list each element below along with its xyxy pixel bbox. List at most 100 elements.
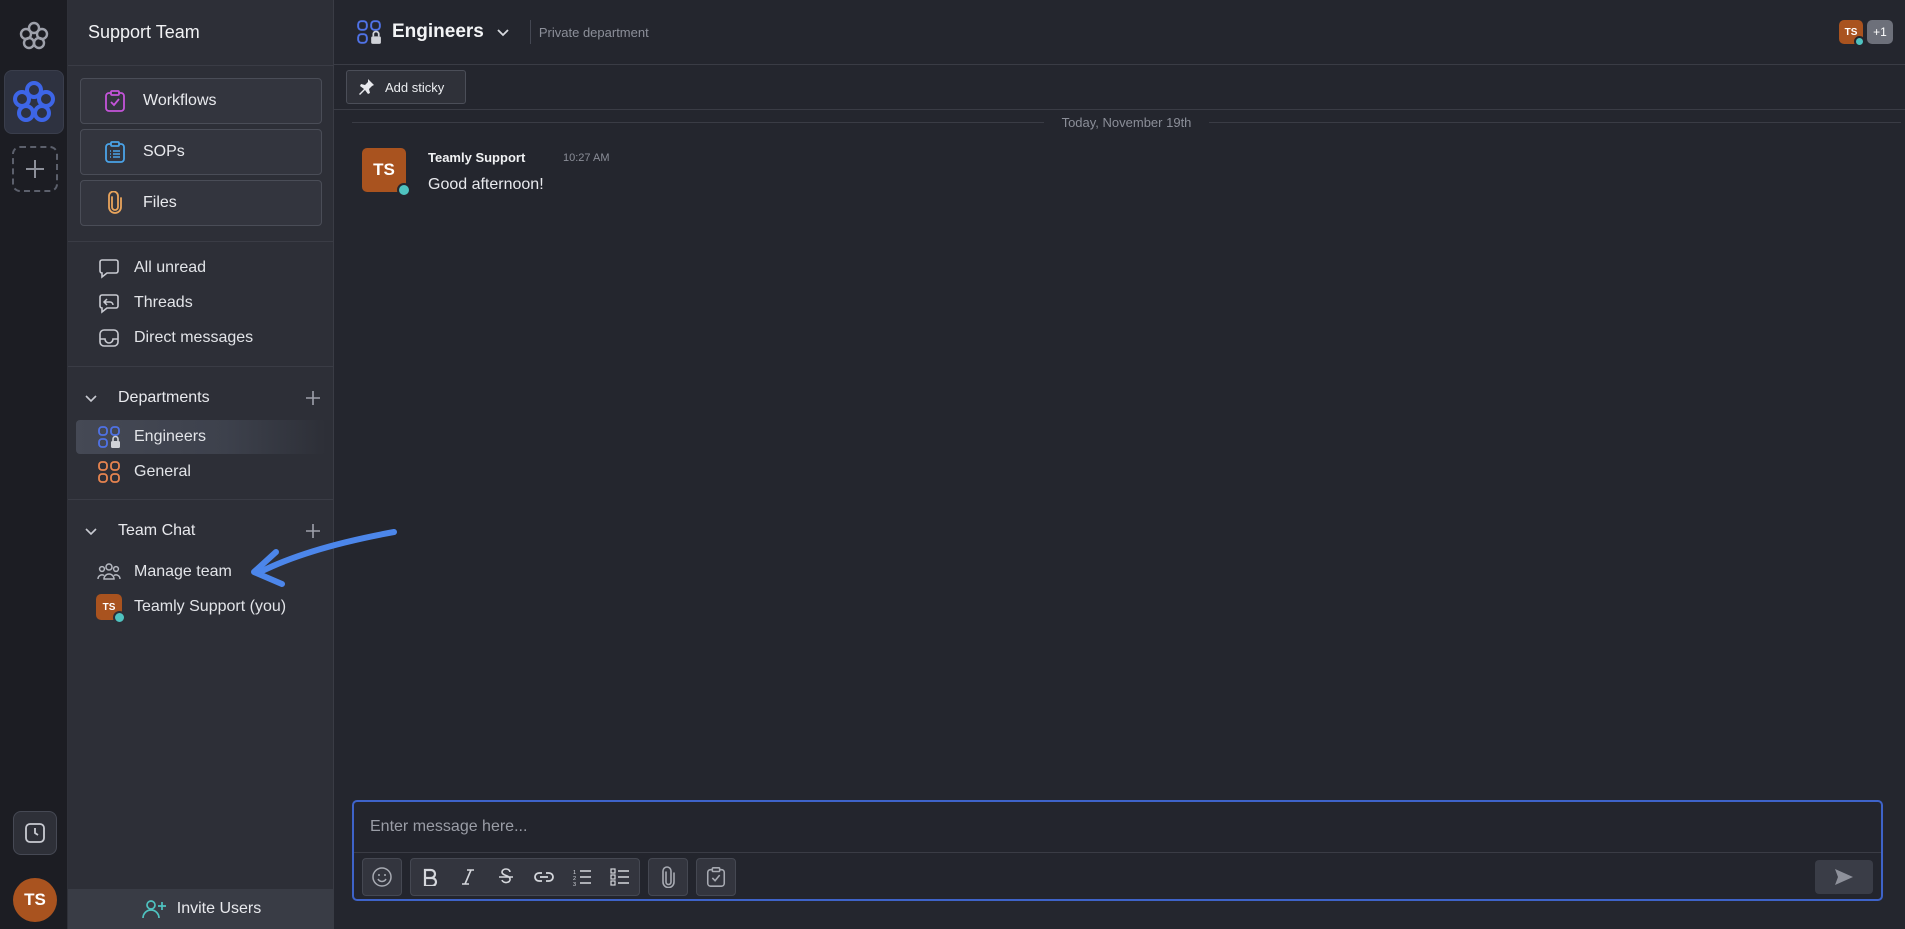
avatar: TS [96, 594, 126, 624]
workflows-button[interactable]: Workflows [80, 78, 322, 124]
nav-threads[interactable]: Threads [76, 286, 326, 320]
member-avatars[interactable]: TS +1 [1839, 20, 1893, 47]
department-title[interactable]: Engineers [392, 21, 484, 43]
invite-users-button[interactable]: Invite Users [68, 889, 334, 929]
format-group: 123 [410, 858, 640, 896]
avatar-slot: TS [96, 594, 126, 624]
nav-label: Direct messages [134, 329, 254, 346]
team-chat-item-teamly-support[interactable]: TS Teamly Support (you) [76, 590, 326, 624]
my-avatar[interactable]: TS [13, 878, 57, 922]
plus-icon [26, 160, 44, 178]
sidebar: Support Team Workflows SOPs Files All un… [68, 0, 334, 929]
add-workspace-button[interactable] [12, 146, 58, 192]
italic-icon[interactable] [449, 859, 487, 895]
paperclip-icon [101, 189, 129, 217]
message-time: 10:27 AM [563, 152, 610, 164]
add-sticky-button[interactable]: Add sticky [346, 70, 466, 104]
emoji-group [362, 858, 402, 896]
workspace-rail: TS [0, 0, 68, 929]
chevron-down-icon[interactable] [496, 25, 510, 39]
teamly-flower-icon [13, 81, 55, 122]
divider [68, 499, 334, 500]
avatar: TS [1839, 20, 1865, 47]
channel-header: Engineers Private department TS +1 [334, 0, 1905, 65]
link-icon[interactable] [525, 859, 563, 895]
divider [68, 241, 334, 242]
divider [1209, 121, 1901, 123]
divider [354, 852, 1881, 853]
clock-icon [25, 823, 45, 843]
avatar-initials: TS [1844, 26, 1858, 38]
private-department-icon [356, 19, 382, 45]
nav-direct-messages[interactable]: Direct messages [76, 321, 326, 355]
section-title: Team Chat [118, 522, 196, 539]
formatting-toolbar: 123 [362, 858, 744, 896]
chevron-down-icon[interactable] [84, 391, 98, 405]
history-button[interactable] [13, 811, 57, 855]
card-label: Workflows [143, 92, 217, 109]
team-chat-label: Manage team [134, 563, 232, 580]
task-group [696, 858, 736, 896]
online-status-dot [397, 183, 411, 197]
avatar[interactable]: TS [362, 148, 411, 197]
task-icon[interactable] [697, 859, 735, 895]
message[interactable]: TS Teamly Support 10:27 AM Good afternoo… [362, 148, 1862, 208]
avatar-initials: TS [373, 160, 395, 179]
department-visibility: Private department [538, 24, 649, 40]
card-label: SOPs [143, 143, 185, 160]
card-label: Files [143, 194, 177, 211]
clipboard-check-icon [101, 87, 129, 115]
svg-text:3: 3 [573, 882, 576, 886]
send-button[interactable] [1815, 860, 1873, 894]
message-author[interactable]: Teamly Support [428, 150, 525, 165]
inbox-icon [96, 325, 122, 351]
date-label: Today, November 19th [1061, 114, 1192, 130]
nav-label: Threads [134, 294, 193, 311]
department-label: Engineers [134, 428, 207, 445]
department-item-engineers[interactable]: Engineers [76, 420, 326, 454]
strikethrough-icon[interactable] [487, 859, 525, 895]
attach-icon[interactable] [649, 859, 687, 895]
private-department-icon [96, 424, 122, 450]
bullet-list-icon[interactable] [601, 859, 639, 895]
bold-icon[interactable] [411, 859, 449, 895]
teamly-logo-icon [18, 20, 50, 52]
divider [68, 65, 334, 66]
add-user-icon [141, 900, 166, 919]
extra-members-badge[interactable]: +1 [1867, 20, 1893, 44]
numbered-list-icon[interactable]: 123 [563, 859, 601, 895]
team-chat-label: Teamly Support (you) [134, 598, 287, 615]
main-panel: Engineers Private department TS +1 Add s… [334, 0, 1905, 929]
attach-group [648, 858, 688, 896]
avatar-initials: TS [102, 601, 116, 613]
team-icon [96, 559, 122, 585]
workspace-button[interactable] [4, 70, 64, 134]
divider [352, 121, 1044, 123]
add-department-plus-icon[interactable] [304, 389, 322, 407]
department-label: General [134, 463, 191, 480]
nav-label: All unread [134, 259, 207, 276]
divider [529, 20, 531, 44]
departments-header[interactable]: Departments [68, 383, 334, 413]
message-composer: 123 [352, 800, 1883, 901]
divider [68, 366, 334, 367]
invite-label: Invite Users [176, 900, 262, 917]
sticky-toolbar: Add sticky [334, 65, 1905, 110]
nav-all-unread[interactable]: All unread [76, 251, 326, 285]
send-icon [1835, 869, 1853, 885]
speech-bubble-icon [96, 255, 122, 281]
team-name[interactable]: Support Team [88, 22, 200, 43]
section-title: Departments [118, 389, 210, 406]
files-button[interactable]: Files [80, 180, 322, 226]
online-status-dot [1854, 36, 1865, 47]
date-divider: Today, November 19th [352, 112, 1901, 132]
message-input[interactable] [354, 802, 1881, 852]
emoji-icon[interactable] [363, 859, 401, 895]
chevron-down-icon[interactable] [84, 524, 98, 538]
add-sticky-label: Add sticky [385, 79, 445, 95]
sops-button[interactable]: SOPs [80, 129, 322, 175]
message-text: Good afternoon! [428, 176, 544, 193]
department-icon [96, 459, 122, 485]
pin-icon [359, 79, 374, 95]
department-item-general[interactable]: General [76, 455, 326, 489]
